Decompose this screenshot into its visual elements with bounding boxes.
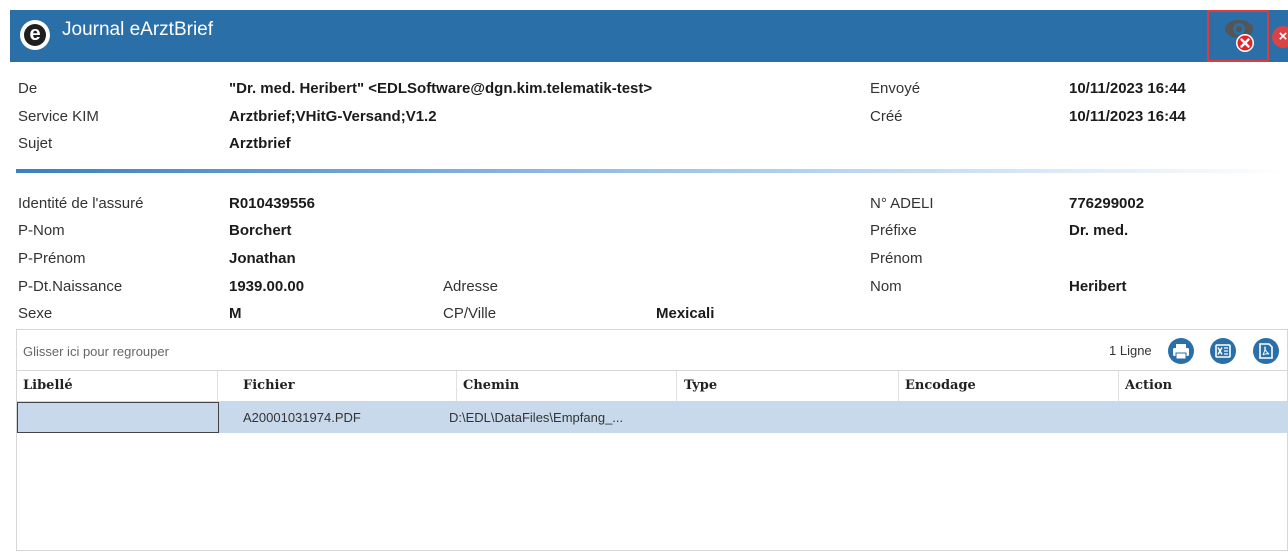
doctor-firstname-label: Prénom (870, 250, 923, 267)
sent-value: 10/11/2023 16:44 (1069, 80, 1186, 97)
patient-lastname-value: Borchert (229, 222, 292, 239)
patient-sex-label: Sexe (18, 305, 53, 322)
column-header-fichier[interactable]: Fichier (237, 371, 457, 401)
address-label: Adresse (443, 278, 499, 295)
created-value: 10/11/2023 16:44 (1069, 108, 1186, 125)
from-label: De (18, 80, 38, 97)
adeli-label: N° ADELI (870, 195, 934, 212)
hide-preview-button[interactable] (1207, 10, 1269, 62)
excel-export-button[interactable] (1210, 338, 1236, 364)
subject-value: Arztbrief (229, 135, 291, 152)
print-button[interactable] (1168, 338, 1194, 364)
app-logo-icon: e (20, 20, 50, 50)
created-label: Créé (870, 108, 903, 125)
cell-fichier[interactable]: A20001031974.PDF (237, 402, 457, 433)
column-header-encodage[interactable]: Encodage (899, 371, 1119, 401)
table-row[interactable]: A20001031974.PDF D:\EDL\DataFiles\Empfan… (17, 402, 1287, 433)
row-count: 1 Ligne (1109, 343, 1152, 358)
insured-id-label: Identité de l'assuré (18, 195, 144, 212)
column-header-chemin[interactable]: Chemin (457, 371, 677, 401)
from-value: "Dr. med. Heribert" <EDLSoftware@dgn.kim… (229, 80, 653, 97)
group-panel[interactable]: Glisser ici pour regrouper 1 Ligne (17, 330, 1287, 371)
prefix-value: Dr. med. (1069, 222, 1129, 239)
grid-header: Libellé Fichier Chemin Type Encodage Act… (17, 371, 1287, 402)
eye-disabled-icon (1225, 20, 1254, 52)
patient-firstname-label: P-Prénom (18, 250, 86, 267)
prefix-label: Préfixe (870, 222, 917, 239)
excel-export-icon (1215, 344, 1231, 358)
pdf-export-icon (1259, 343, 1273, 359)
cell-encodage[interactable] (899, 402, 1119, 433)
service-label: Service KIM (18, 108, 99, 125)
column-header-libelle[interactable]: Libellé (17, 371, 218, 401)
pdf-export-button[interactable] (1253, 338, 1279, 364)
column-header-type[interactable]: Type (678, 371, 899, 401)
cell-libelle[interactable] (17, 402, 219, 433)
patient-sex-value: M (229, 305, 242, 322)
adeli-value: 776299002 (1069, 195, 1145, 212)
cell-type[interactable] (678, 402, 899, 433)
print-icon (1173, 344, 1189, 360)
city-value: Mexicali (656, 305, 715, 322)
close-button[interactable]: × (1272, 26, 1288, 48)
patient-birthdate-value: 1939.00.00 (229, 278, 305, 295)
subject-label: Sujet (18, 135, 53, 152)
cell-action[interactable] (1119, 402, 1288, 433)
doctor-name-label: Nom (870, 278, 902, 295)
window-title: Journal eArztBrief (62, 19, 214, 40)
title-bar: e Journal eArztBrief × (10, 10, 1288, 62)
cell-chemin[interactable]: D:\EDL\DataFiles\Empfang_... (443, 402, 677, 433)
patient-lastname-label: P-Nom (18, 222, 65, 239)
patient-birthdate-label: P-Dt.Naissance (18, 278, 123, 295)
section-divider (16, 169, 1288, 173)
service-value: Arztbrief;VHitG-Versand;V1.2 (229, 108, 437, 125)
attachments-grid: Glisser ici pour regrouper 1 Ligne Libel… (16, 329, 1288, 551)
patient-firstname-value: Jonathan (229, 250, 296, 267)
column-header-action[interactable]: Action (1119, 371, 1288, 401)
insured-id-value: R010439556 (229, 195, 315, 212)
doctor-name-value: Heribert (1069, 278, 1127, 295)
city-label: CP/Ville (443, 305, 497, 322)
sent-label: Envoyé (870, 80, 921, 97)
group-hint: Glisser ici pour regrouper (23, 344, 169, 359)
